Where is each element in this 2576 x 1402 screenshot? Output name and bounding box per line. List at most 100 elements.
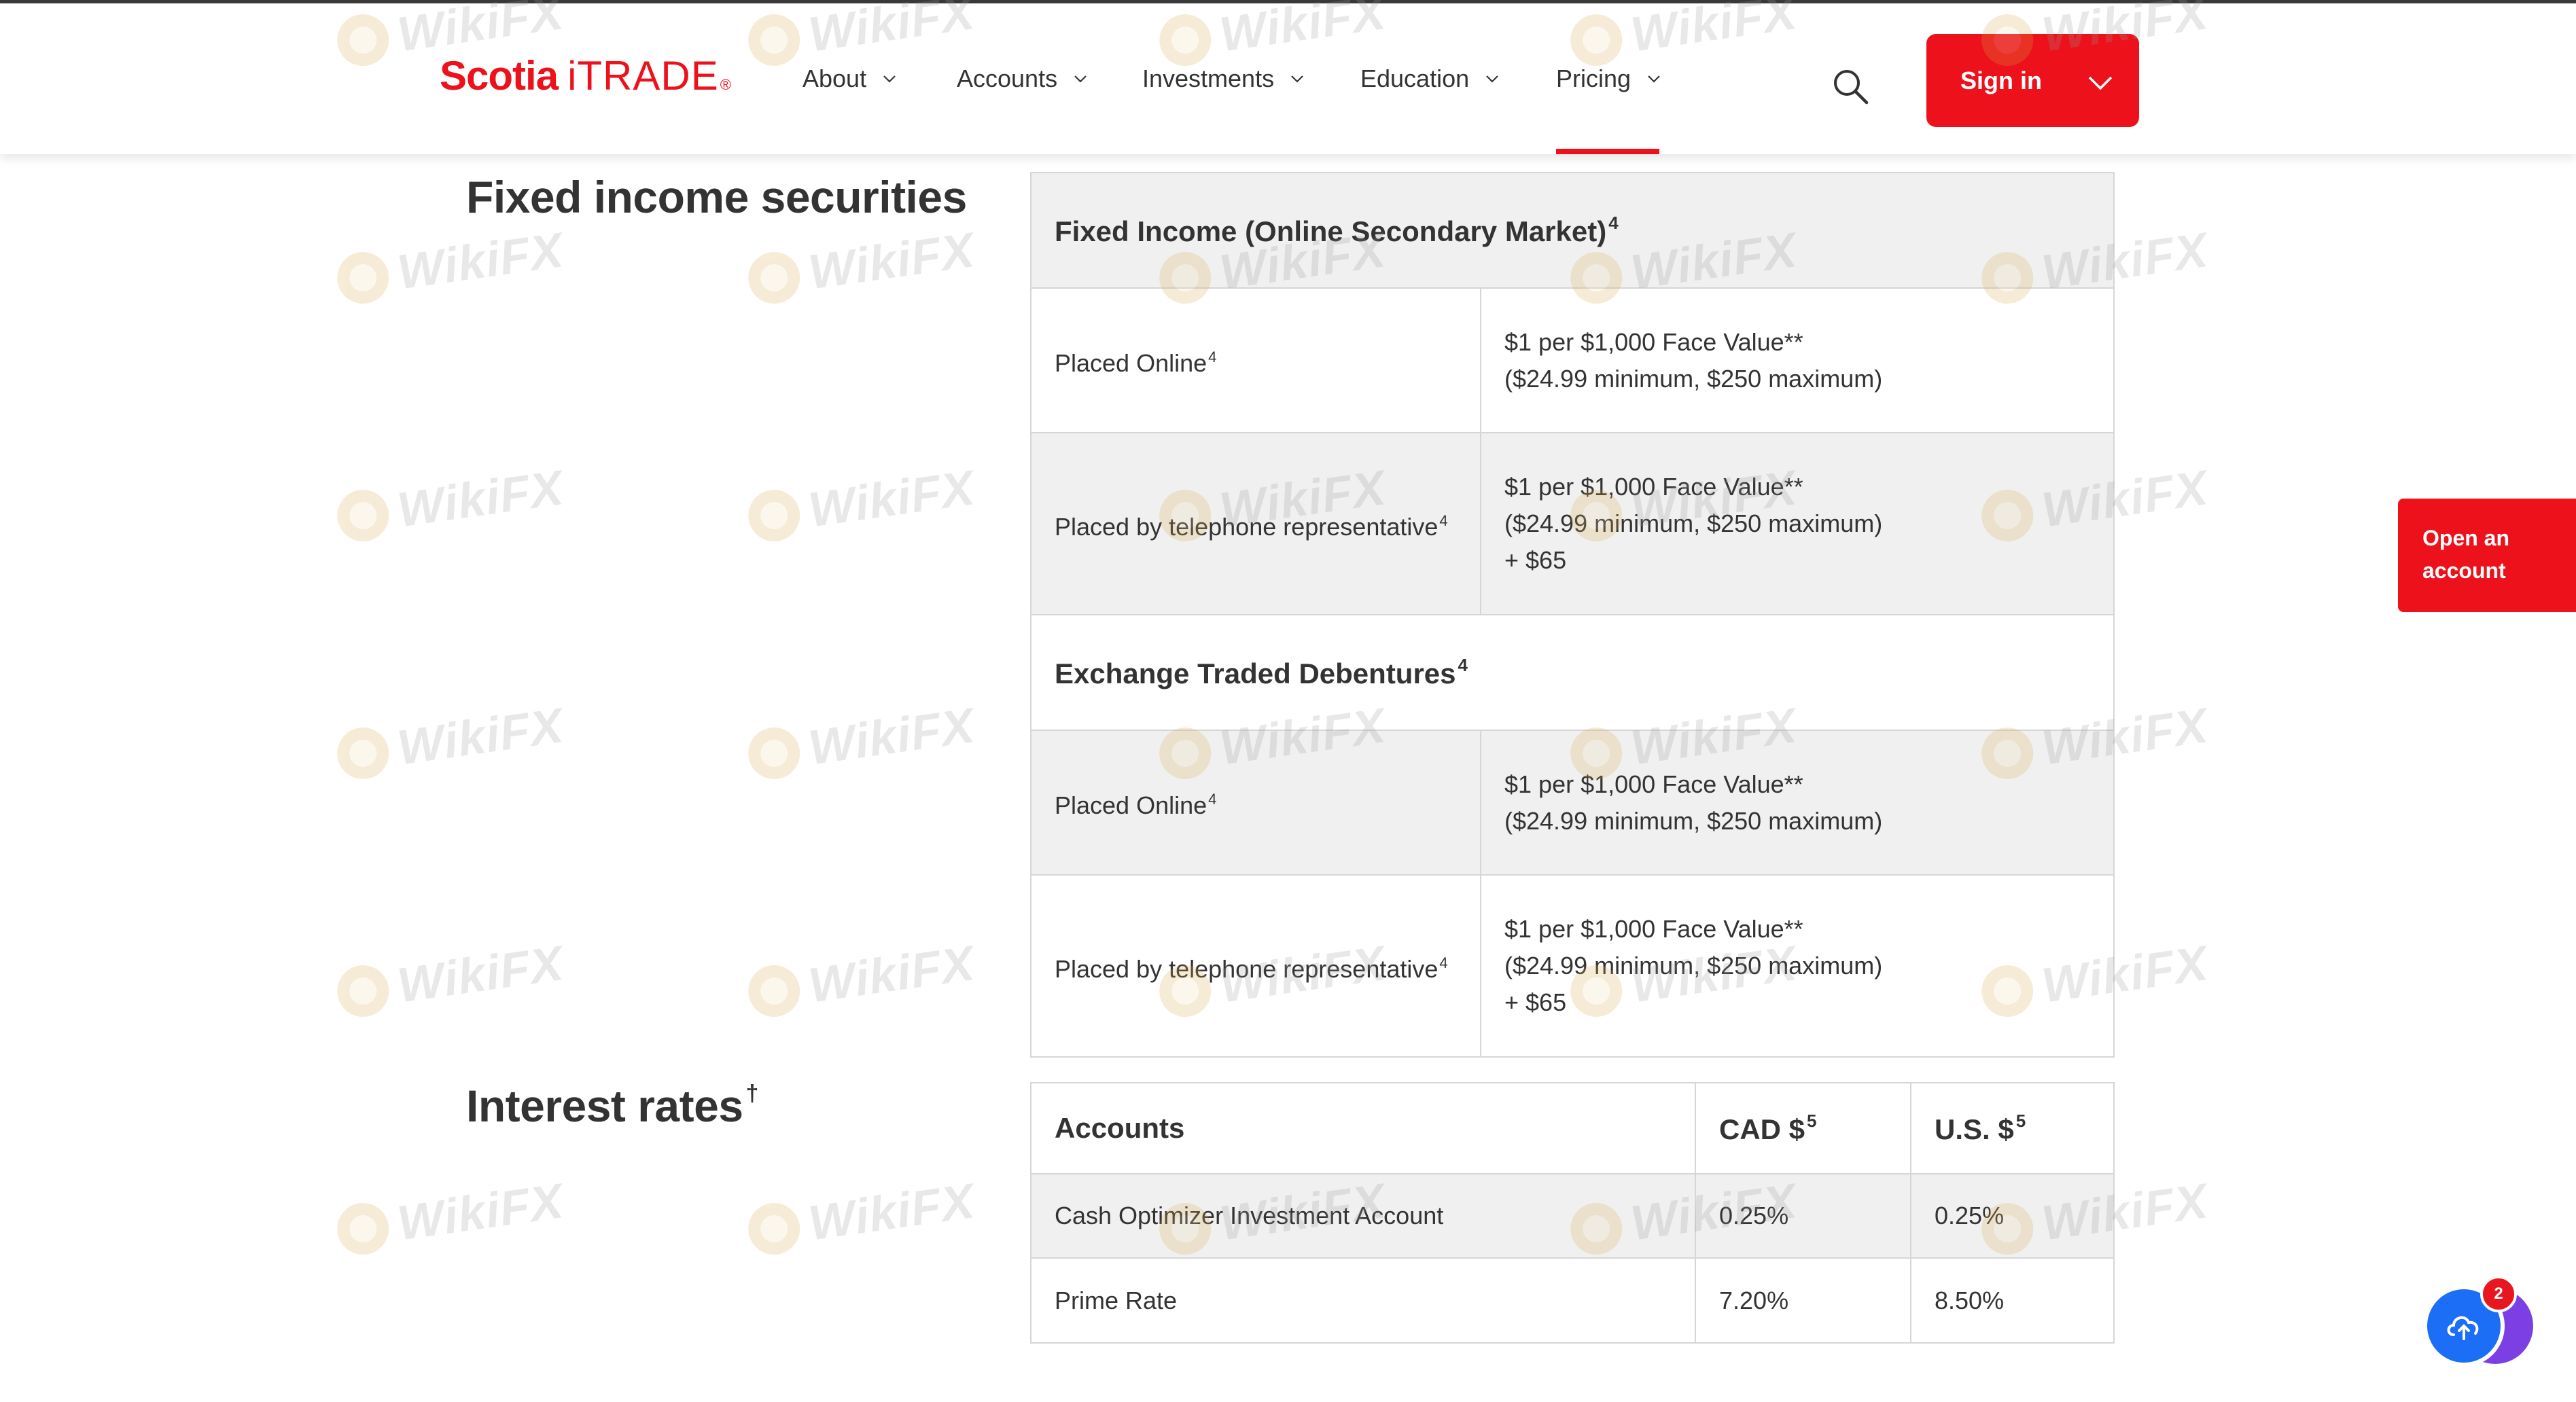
account-name: Cash Optimizer Investment Account xyxy=(1055,1202,1444,1229)
wikifx-watermark: WikiFX xyxy=(745,1173,978,1260)
row-value: $1 per $1,000 Face Value** ($24.99 minim… xyxy=(1504,324,1882,397)
wikifx-logo-icon xyxy=(745,724,804,783)
usd-rate-cell: 8.50% xyxy=(1910,1259,2113,1342)
section-heading-text: Exchange Traded Debentures xyxy=(1055,658,1456,689)
row-value: $1 per $1,000 Face Value** ($24.99 minim… xyxy=(1504,766,1882,840)
table-row: Placed Online4 $1 per $1,000 Face Value*… xyxy=(1031,731,2113,876)
watermark-text: WikiFX xyxy=(394,223,567,300)
header-cell-cad: CAD $5 xyxy=(1695,1083,1910,1173)
column-header: CAD $5 xyxy=(1719,1111,1817,1146)
account-name-cell: Cash Optimizer Investment Account xyxy=(1031,1174,1695,1257)
wikifx-logo-icon xyxy=(334,486,393,545)
cad-rate: 0.25% xyxy=(1719,1202,1789,1229)
footnote-ref: 4 xyxy=(1608,213,1619,233)
header-cell-accounts: Accounts xyxy=(1031,1083,1695,1173)
nav-pricing[interactable]: Pricing xyxy=(1556,3,1662,154)
interest-rates-title-text: Interest rates xyxy=(466,1081,743,1131)
table-header-row: Accounts CAD $5 U.S. $5 xyxy=(1031,1083,2113,1174)
row-label-text: Placed Online xyxy=(1055,349,1207,377)
nav-about-label: About xyxy=(802,65,867,92)
interest-rates-table: Accounts CAD $5 U.S. $5 Cash Optimizer I… xyxy=(1030,1082,2115,1344)
column-header: U.S. $5 xyxy=(1935,1111,2026,1146)
watermark-text: WikiFX xyxy=(394,698,567,776)
logo-scotia-text: Scotia xyxy=(440,53,559,98)
watermark-text: WikiFX xyxy=(805,936,978,1013)
column-header-text: Accounts xyxy=(1055,1112,1185,1144)
wikifx-logo-icon xyxy=(745,486,804,545)
table-row: Placed by telephone representative4 $1 p… xyxy=(1031,433,2113,615)
value-line: ($24.99 minimum, $250 maximum) xyxy=(1504,952,1883,979)
chat-widget-button[interactable]: 2 xyxy=(2423,1276,2537,1367)
wikifx-watermark: WikiFX xyxy=(745,935,978,1022)
account-name: Prime Rate xyxy=(1055,1286,1178,1314)
cad-rate-cell: 7.20% xyxy=(1695,1259,1910,1342)
nav-pricing-label: Pricing xyxy=(1556,65,1631,92)
value-line: ($24.99 minimum, $250 maximum) xyxy=(1504,364,1883,393)
section-heading-cell: Exchange Traded Debentures 4 xyxy=(1031,615,2113,730)
footnote-ref: 4 xyxy=(1439,511,1448,529)
watermark-text: WikiFX xyxy=(805,1174,978,1251)
wikifx-watermark: WikiFX xyxy=(334,935,567,1022)
row-label-cell: Placed Online4 xyxy=(1031,289,1480,432)
wikifx-watermark: WikiFX xyxy=(745,222,978,309)
open-account-line1: Open an xyxy=(2422,526,2510,550)
chevron-down-icon xyxy=(1074,75,1087,83)
row-value-cell: $1 per $1,000 Face Value** ($24.99 minim… xyxy=(1480,433,2113,614)
open-account-tab[interactable]: Open an account xyxy=(2398,499,2576,612)
wikifx-watermark: WikiFX xyxy=(334,698,567,785)
section-heading-text: Fixed Income (Online Secondary Market) xyxy=(1055,215,1607,247)
wikifx-logo-icon xyxy=(745,1200,804,1258)
value-line: $1 per $1,000 Face Value** xyxy=(1504,915,1803,943)
table-row: Placed Online4 $1 per $1,000 Face Value*… xyxy=(1031,289,2113,433)
search-icon[interactable] xyxy=(1831,67,1869,105)
row-value-cell: $1 per $1,000 Face Value** ($24.99 minim… xyxy=(1480,289,2113,432)
dagger-footnote-ref: † xyxy=(745,1081,759,1107)
nav-investments-label: Investments xyxy=(1142,65,1275,92)
section-heading: Fixed Income (Online Secondary Market) 4 xyxy=(1055,213,1619,248)
site-header: Scotia iTRADE ® About Accounts Investmen… xyxy=(0,3,2576,154)
nav-accounts-label: Accounts xyxy=(957,65,1058,92)
watermark-text: WikiFX xyxy=(394,936,567,1013)
wikifx-watermark: WikiFX xyxy=(334,222,567,309)
wikifx-logo-icon xyxy=(745,249,804,307)
wikifx-watermark: WikiFX xyxy=(745,698,978,785)
value-line: + $65 xyxy=(1504,988,1567,1016)
wikifx-logo-icon xyxy=(334,724,393,783)
sign-in-button[interactable]: Sign in xyxy=(1926,34,2139,127)
open-account-line2: account xyxy=(2422,558,2506,583)
footnote-ref: 4 xyxy=(1208,791,1217,808)
table-row: Placed by telephone representative4 $1 p… xyxy=(1031,876,2113,1056)
row-label: Placed Online4 xyxy=(1055,781,1216,824)
value-line: $1 per $1,000 Face Value** xyxy=(1504,327,1803,356)
row-label-text: Placed Online xyxy=(1055,791,1207,819)
footnote-ref: 4 xyxy=(1208,348,1217,365)
watermark-text: WikiFX xyxy=(805,698,978,776)
usd-rate-cell: 0.25% xyxy=(1910,1174,2113,1257)
nav-education[interactable]: Education xyxy=(1360,3,1500,154)
row-value: $1 per $1,000 Face Value** ($24.99 minim… xyxy=(1504,469,1882,579)
sign-in-label: Sign in xyxy=(1960,67,2042,94)
nav-accounts[interactable]: Accounts xyxy=(957,3,1089,154)
scotia-itrade-logo[interactable]: Scotia iTRADE ® xyxy=(440,52,731,113)
account-name-cell: Prime Rate xyxy=(1031,1259,1695,1342)
column-header-text: U.S. $ xyxy=(1935,1113,2014,1145)
row-value-cell: $1 per $1,000 Face Value** ($24.99 minim… xyxy=(1480,876,2113,1056)
chevron-down-icon xyxy=(1486,75,1498,83)
usd-rate: 8.50% xyxy=(1935,1286,2005,1314)
nav-about[interactable]: About xyxy=(802,3,898,154)
nav-education-label: Education xyxy=(1360,65,1470,92)
row-label-cell: Placed by telephone representative4 xyxy=(1031,876,1480,1056)
active-nav-indicator xyxy=(1556,149,1659,154)
chevron-down-icon xyxy=(1648,75,1660,83)
row-value-cell: $1 per $1,000 Face Value** ($24.99 minim… xyxy=(1480,731,2113,874)
table-section-heading: Fixed Income (Online Secondary Market) 4 xyxy=(1031,173,2113,289)
footnote-ref: 4 xyxy=(1458,655,1468,675)
watermark-text: WikiFX xyxy=(805,223,978,300)
footnote-ref: 5 xyxy=(2015,1111,2026,1131)
nav-investments[interactable]: Investments xyxy=(1142,3,1305,154)
notification-badge: 2 xyxy=(2480,1276,2517,1312)
watermark-text: WikiFX xyxy=(394,1174,567,1251)
interest-rates-title: Interest rates † xyxy=(466,1080,758,1132)
row-label-text: Placed by telephone representative xyxy=(1055,954,1439,983)
table-section-heading: Exchange Traded Debentures 4 xyxy=(1031,615,2113,731)
